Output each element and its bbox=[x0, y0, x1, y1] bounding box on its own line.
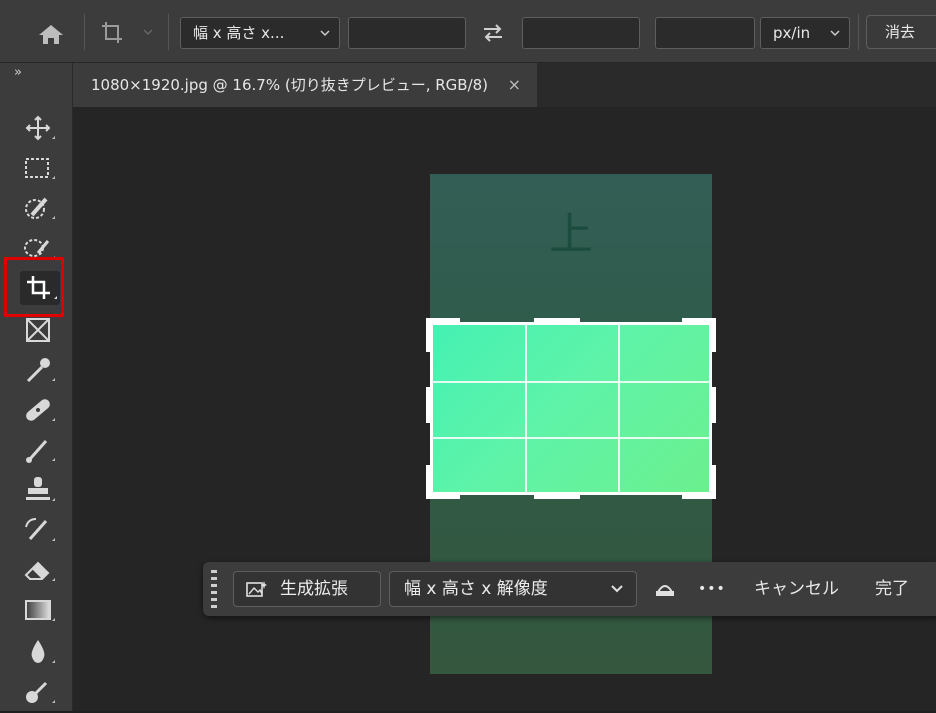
marquee-tool[interactable] bbox=[18, 151, 58, 185]
brush-tool[interactable] bbox=[18, 433, 58, 467]
separator bbox=[84, 14, 85, 50]
chevron-down-icon bbox=[320, 30, 330, 37]
crop-grid-line bbox=[433, 381, 709, 383]
history-brush-tool[interactable] bbox=[18, 513, 58, 547]
eyedropper-tool[interactable] bbox=[18, 353, 58, 387]
drop-icon bbox=[31, 640, 55, 663]
frame-icon bbox=[26, 318, 50, 342]
move-icon bbox=[25, 115, 55, 141]
tool-preset-picker[interactable] bbox=[100, 20, 158, 46]
height-input[interactable] bbox=[522, 17, 640, 49]
document-tabbar: 1080×1920.jpg @ 16.7% (切り抜きプレビュー, RGB/8)… bbox=[73, 63, 936, 107]
done-button[interactable]: 完了 bbox=[875, 562, 909, 616]
crop-handle-right[interactable] bbox=[709, 387, 716, 423]
width-input[interactable] bbox=[348, 17, 466, 49]
gradient-tool[interactable] bbox=[18, 593, 58, 627]
crop-handle-bottom-right[interactable] bbox=[709, 465, 716, 499]
generative-expand-button[interactable]: 生成拡張 bbox=[233, 571, 381, 607]
collapse-toggle[interactable]: » bbox=[14, 65, 22, 80]
resolution-input[interactable] bbox=[655, 17, 755, 49]
tools-panel: » bbox=[0, 63, 73, 711]
options-bar: 幅 x 高さ x... px/in 消去 bbox=[0, 0, 936, 63]
crop-box[interactable] bbox=[430, 322, 712, 495]
clone-stamp-tool[interactable] bbox=[18, 473, 58, 507]
unit-select[interactable]: px/in bbox=[760, 17, 850, 49]
contextual-taskbar: 生成拡張 幅 x 高さ x 解像度 ••• キャンセル 完了 bbox=[203, 562, 936, 616]
marquee-icon bbox=[25, 158, 55, 179]
blur-tool[interactable] bbox=[18, 635, 58, 669]
separator bbox=[168, 14, 169, 50]
crop-preset-icon bbox=[102, 22, 153, 43]
dodge-tool[interactable] bbox=[18, 675, 58, 709]
brush-icon bbox=[26, 440, 55, 463]
swap-icon[interactable] bbox=[480, 22, 506, 44]
document-tab-title: 1080×1920.jpg @ 16.7% (切り抜きプレビュー, RGB/8) bbox=[91, 76, 489, 94]
crop-grid-line bbox=[525, 325, 527, 492]
clear-button[interactable]: 消去 bbox=[866, 15, 936, 49]
bandage-icon bbox=[26, 399, 55, 421]
canvas-text: 上 bbox=[549, 209, 593, 260]
close-icon[interactable]: × bbox=[508, 63, 521, 107]
chevron-down-icon bbox=[830, 30, 840, 37]
crop-handle-top[interactable] bbox=[534, 318, 580, 325]
healing-brush-tool[interactable] bbox=[18, 393, 58, 427]
generative-expand-label: 生成拡張 bbox=[280, 579, 348, 599]
move-tool[interactable] bbox=[18, 111, 58, 145]
crop-handle-left[interactable] bbox=[426, 387, 433, 423]
ratio-select[interactable]: 幅 x 高さ x... bbox=[180, 17, 340, 49]
generative-expand-icon bbox=[246, 581, 267, 597]
crop-grid-line bbox=[433, 437, 709, 439]
crop-handle-top-right[interactable] bbox=[709, 318, 716, 352]
ratio-select-label: 幅 x 高さ x... bbox=[193, 24, 285, 42]
home-icon[interactable] bbox=[36, 22, 66, 46]
crop-tool-highlight bbox=[4, 257, 64, 317]
chevron-down-icon bbox=[611, 585, 623, 593]
document-tab[interactable]: 1080×1920.jpg @ 16.7% (切り抜きプレビュー, RGB/8)… bbox=[73, 63, 537, 107]
separator bbox=[858, 14, 859, 50]
crop-grid-line bbox=[618, 325, 620, 492]
crop-handle-top-left[interactable] bbox=[426, 318, 433, 352]
quick-selection-icon bbox=[25, 197, 55, 219]
quick-selection-tool[interactable] bbox=[18, 191, 58, 225]
gradient-icon bbox=[25, 600, 55, 621]
stamp-icon bbox=[26, 477, 55, 501]
crop-handle-bottom-left[interactable] bbox=[426, 465, 433, 499]
dodge-icon bbox=[26, 681, 55, 703]
frame-tool[interactable] bbox=[18, 313, 58, 347]
eyedropper-icon bbox=[26, 358, 55, 383]
unit-select-label: px/in bbox=[773, 24, 811, 42]
eraser-icon bbox=[24, 561, 55, 581]
drag-handle-icon[interactable] bbox=[211, 568, 217, 610]
crop-handle-bottom[interactable] bbox=[534, 492, 580, 499]
history-brush-icon bbox=[25, 518, 55, 541]
more-options-button[interactable]: ••• bbox=[698, 562, 726, 616]
straighten-icon[interactable] bbox=[653, 576, 677, 602]
crop-preset-select[interactable]: 幅 x 高さ x 解像度 bbox=[389, 571, 637, 607]
cancel-button[interactable]: キャンセル bbox=[754, 562, 839, 616]
crop-preset-label: 幅 x 高さ x 解像度 bbox=[404, 579, 548, 599]
eraser-tool[interactable] bbox=[18, 553, 58, 587]
